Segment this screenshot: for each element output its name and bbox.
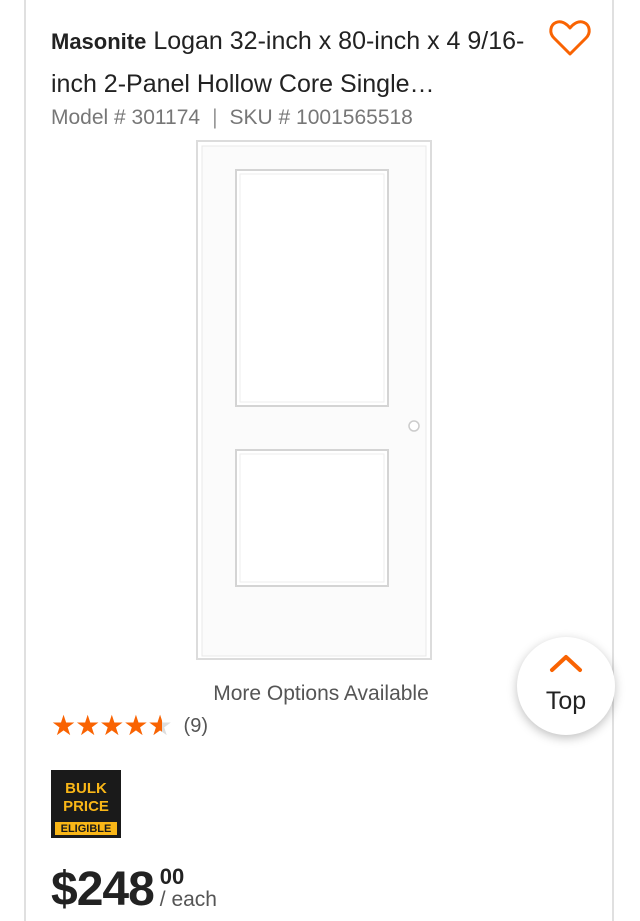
star-icon: ★: [51, 710, 76, 741]
price-dollars: $248: [51, 863, 155, 916]
heart-outline-icon: [549, 20, 591, 56]
product-title[interactable]: Masonite Logan 32-inch x 80-inch x 4 9/1…: [51, 20, 541, 105]
meta-separator: |: [212, 106, 218, 129]
sku-number: SKU # 1001565518: [229, 106, 413, 129]
chevron-up-icon: [550, 655, 582, 672]
product-card: Masonite Logan 32-inch x 80-inch x 4 9/1…: [24, 0, 614, 921]
bulk-line2: PRICE: [63, 798, 109, 815]
star-icon: ★: [75, 710, 100, 741]
door-illustration: [196, 140, 432, 660]
star-icon: ★: [123, 710, 148, 741]
product-image[interactable]: [196, 140, 432, 660]
product-brand: Masonite: [51, 29, 147, 54]
price-cents: 00: [159, 864, 185, 889]
star-icon: ★: [99, 710, 124, 741]
back-to-top-label: Top: [545, 687, 587, 715]
bulk-price-badge-icon: BULK PRICE ELIGIBLE: [51, 770, 121, 838]
price: $248 00 / each: [51, 862, 217, 918]
model-number: Model # 301174: [51, 106, 201, 129]
bulk-price-badge: BULK PRICE ELIGIBLE: [51, 770, 121, 838]
product-identifiers: Model # 301174 | SKU # 1001565518: [51, 106, 413, 130]
bulk-line3: ELIGIBLE: [61, 823, 112, 835]
partial-star-icon: ★ ★: [147, 710, 172, 741]
favorite-button[interactable]: [546, 14, 594, 62]
price-unit: / each: [159, 888, 217, 911]
bulk-line1: BULK: [65, 780, 107, 797]
price-cents-group: 00 / each: [160, 866, 217, 912]
rating[interactable]: ★ ★ ★ ★ ★ ★ (9): [51, 710, 208, 742]
review-count: (9): [183, 714, 208, 737]
back-to-top-button[interactable]: Top: [517, 637, 615, 735]
